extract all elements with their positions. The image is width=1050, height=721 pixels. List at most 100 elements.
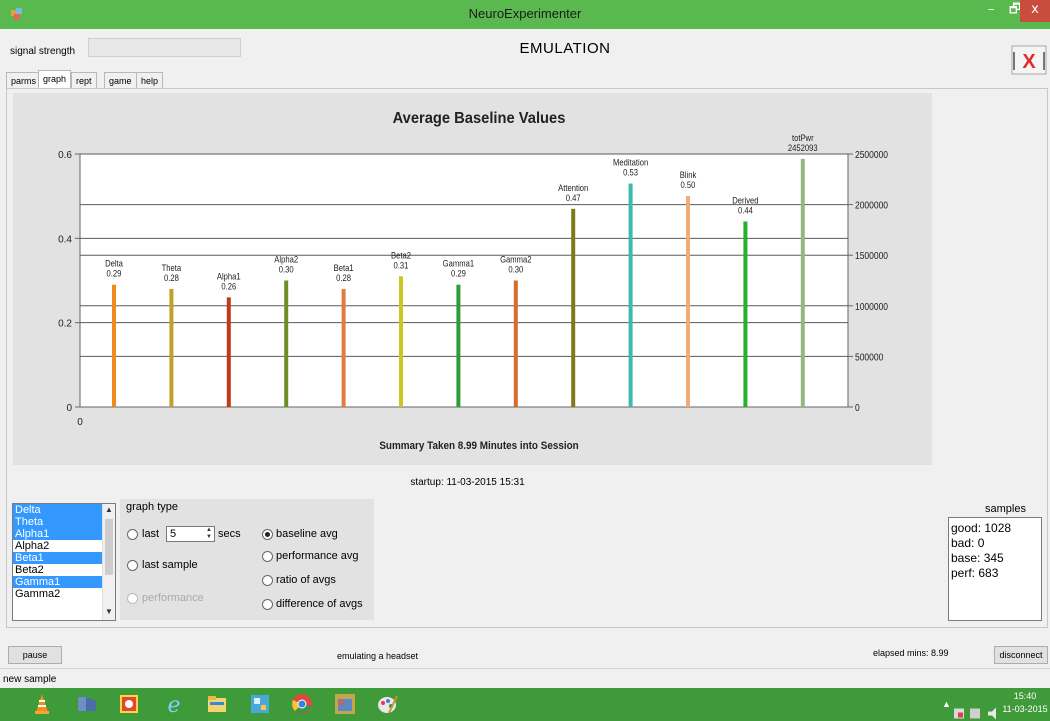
bar-beta2	[399, 276, 403, 407]
bar-delta	[112, 284, 116, 407]
scroll-up-icon[interactable]: ▲	[103, 505, 115, 514]
bar-value-label: 0.31	[394, 260, 409, 271]
samples-bad: bad: 0	[951, 536, 985, 550]
exit-icon[interactable]: X	[1010, 40, 1050, 80]
disconnect-button[interactable]: disconnect	[994, 646, 1048, 664]
elapsed-time: elapsed mins: 8.99	[873, 648, 949, 658]
minimize-button[interactable]: –	[979, 0, 1003, 22]
vlc-icon[interactable]	[30, 692, 54, 716]
scroll-down-icon[interactable]: ▼	[103, 607, 115, 616]
chart-xlabel: Summary Taken 8.99 Minutes into Session	[379, 441, 578, 453]
exit-glyph: X	[1022, 51, 1036, 73]
bar-totpwr	[800, 158, 805, 407]
last-sample-label: last sample	[142, 559, 198, 571]
window-title: NeuroExperimenter	[468, 6, 582, 21]
list-item[interactable]: Beta2	[13, 564, 115, 576]
last-sample-radio[interactable]	[127, 560, 138, 571]
clock-date: 11-03-2015	[1002, 704, 1048, 714]
bar-blink	[686, 196, 690, 407]
tray-icons	[954, 707, 996, 720]
right-tick-label: 2000000	[855, 200, 888, 211]
right-tick-label: 1000000	[855, 301, 888, 312]
list-item[interactable]: Theta	[13, 516, 115, 528]
bar-value-label: 0.28	[164, 272, 179, 283]
bar-theta	[169, 288, 174, 407]
internet-explorer-icon[interactable]: e	[162, 692, 186, 716]
tab-graph[interactable]: graph	[38, 70, 72, 89]
bar-value-label: 2452093	[788, 142, 818, 153]
bar-attention	[571, 208, 576, 407]
bar-value-label: 0.44	[738, 205, 753, 216]
samples-title: samples	[985, 503, 1026, 515]
left-tick-label: 0.4	[58, 234, 72, 245]
chrome-icon[interactable]	[290, 692, 314, 716]
tab-parms[interactable]: parms	[6, 72, 42, 89]
action-center-icon[interactable]	[970, 708, 980, 719]
left-tick-label: 0.6	[58, 150, 72, 161]
bar-value-label: 0.28	[336, 272, 351, 283]
list-item[interactable]: Gamma1	[13, 576, 115, 588]
performance-label: performance	[142, 592, 204, 604]
status-bar-text: new sample	[3, 674, 57, 685]
spin-buttons[interactable]: ▲ ▼	[204, 527, 214, 541]
bar-alpha1	[226, 297, 231, 407]
last-secs-stepper[interactable]: 5 ▲ ▼	[166, 526, 215, 542]
paint-icon[interactable]	[375, 692, 399, 716]
performance-radio[interactable]	[127, 593, 138, 604]
svg-text:e: e	[167, 693, 180, 716]
samples-good: good: 1028	[951, 521, 1012, 535]
title-bar: NeuroExperimenter – 🗗 x	[0, 0, 1050, 29]
media-player-icon[interactable]	[75, 692, 99, 716]
bar-gamma1	[456, 284, 461, 407]
firewall-icon[interactable]	[117, 692, 141, 716]
baseline-chart: 0.6 0.4 0.2 0 2500000 2000000 1500000 1000000 50…	[58, 109, 888, 453]
ratio-of-avgs-label: ratio of avgs	[276, 574, 336, 586]
scroll-thumb[interactable]	[105, 519, 113, 575]
taskbar: e	[0, 688, 1050, 721]
performance-avg-label: performance avg	[276, 550, 359, 562]
tab-game[interactable]: game	[104, 72, 137, 89]
close-button[interactable]: x	[1020, 0, 1050, 22]
bar-alpha2	[284, 280, 289, 407]
bar-value-label: 0.50	[681, 180, 696, 191]
clock-time: 15:40	[1013, 691, 1037, 701]
spin-up-icon[interactable]: ▲	[204, 527, 214, 534]
right-tick-label: 1500000	[855, 251, 888, 262]
list-scrollbar[interactable]: ▲ ▼	[102, 504, 115, 620]
tab-rept[interactable]: rept	[71, 72, 97, 89]
system-clock: 15:40 11-03-2015	[1001, 690, 1049, 716]
left-tick-label: 0.2	[58, 319, 72, 330]
list-item[interactable]: Delta	[13, 504, 115, 516]
startup-time: startup: 11-03-2015 15:31	[410, 477, 525, 488]
tray-expand-icon[interactable]: ▲	[942, 699, 951, 721]
list-item[interactable]: Alpha2	[13, 540, 115, 552]
last-label: last	[142, 528, 160, 540]
pause-button[interactable]: pause	[8, 646, 62, 664]
list-item[interactable]: Alpha1	[13, 528, 115, 540]
spin-down-icon[interactable]: ▼	[204, 534, 214, 541]
channel-list[interactable]: Delta Theta Alpha1 Alpha2 Beta1 Beta2 Ga…	[12, 503, 116, 621]
bar-derived	[743, 221, 748, 407]
bar-value-label: 0.29	[451, 268, 466, 279]
bar-beta1	[341, 288, 346, 407]
app-window-icon[interactable]	[333, 692, 357, 716]
last-radio[interactable]	[127, 529, 138, 540]
bar-value-label: 0.47	[566, 192, 581, 203]
tab-help[interactable]: help	[136, 72, 164, 89]
list-item[interactable]: Beta1	[13, 552, 115, 564]
list-item[interactable]: Gamma2	[13, 588, 115, 600]
baseline-avg-radio[interactable]	[262, 529, 273, 540]
performance-avg-radio[interactable]	[262, 551, 273, 562]
bar-value-label: 0.30	[279, 264, 294, 275]
ratio-of-avgs-radio[interactable]	[262, 575, 273, 586]
samples-box: good: 1028 bad: 0 base: 345 perf: 683	[948, 517, 1042, 621]
difference-of-avgs-radio[interactable]	[262, 599, 273, 610]
volume-icon[interactable]	[988, 707, 996, 720]
file-explorer-icon[interactable]	[205, 692, 229, 716]
control-panel-icon[interactable]	[248, 692, 272, 716]
bar-meditation	[628, 183, 633, 407]
last-secs-value: 5	[170, 528, 177, 540]
baseline-avg-label: baseline avg	[276, 528, 338, 540]
status-text: emulating a headset	[337, 651, 419, 661]
difference-of-avgs-label: difference of avgs	[276, 598, 363, 610]
